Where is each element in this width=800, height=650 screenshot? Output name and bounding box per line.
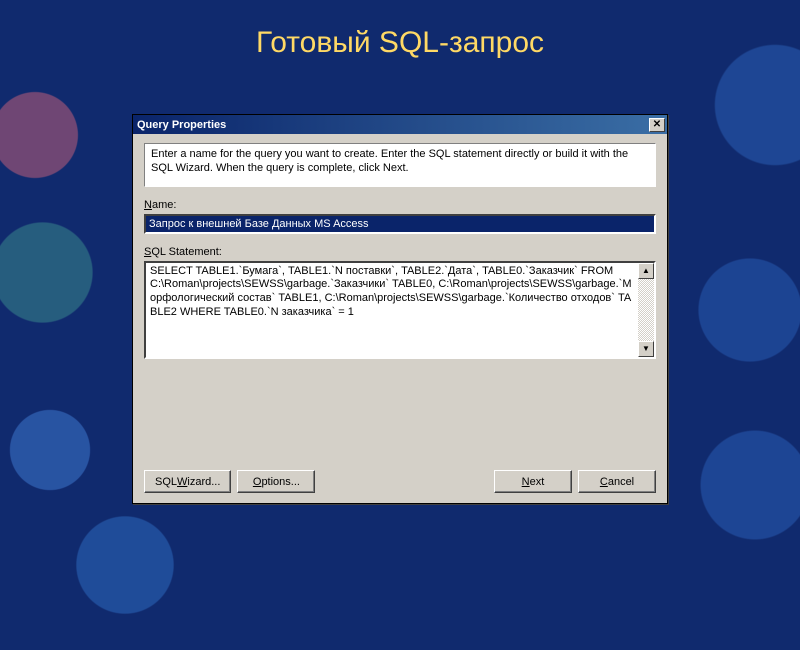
options-button[interactable]: Options... [237,470,315,493]
scroll-track[interactable] [638,279,654,341]
scroll-down-button[interactable]: ▼ [638,341,654,357]
sql-statement-box: SELECT TABLE1.`Бумага`, TABLE1.`N постав… [144,261,656,359]
window-title: Query Properties [137,119,649,131]
name-label: Name: [144,199,656,211]
query-properties-dialog: Query Properties ✕ Enter a name for the … [132,114,668,504]
sql-statement-input[interactable]: SELECT TABLE1.`Бумага`, TABLE1.`N постав… [146,263,638,357]
slide-title: Готовый SQL-запрос [0,26,800,60]
scroll-up-button[interactable]: ▲ [638,263,654,279]
close-icon: ✕ [653,120,661,130]
sql-wizard-button[interactable]: SQL Wizard... [144,470,231,493]
scrollbar-vertical[interactable]: ▲ ▼ [638,263,654,357]
chevron-up-icon: ▲ [642,266,650,275]
next-button[interactable]: Next [494,470,572,493]
sql-label: SQL Statement: [144,246,656,258]
dialog-body: Enter a name for the query you want to c… [133,134,667,503]
close-button[interactable]: ✕ [649,118,665,132]
chevron-down-icon: ▼ [642,344,650,353]
cancel-button[interactable]: Cancel [578,470,656,493]
instructions-text: Enter a name for the query you want to c… [144,143,656,187]
button-row: SQL Wizard... Options... Next Cancel [144,470,656,493]
titlebar[interactable]: Query Properties ✕ [133,115,667,134]
name-input[interactable] [144,214,656,234]
